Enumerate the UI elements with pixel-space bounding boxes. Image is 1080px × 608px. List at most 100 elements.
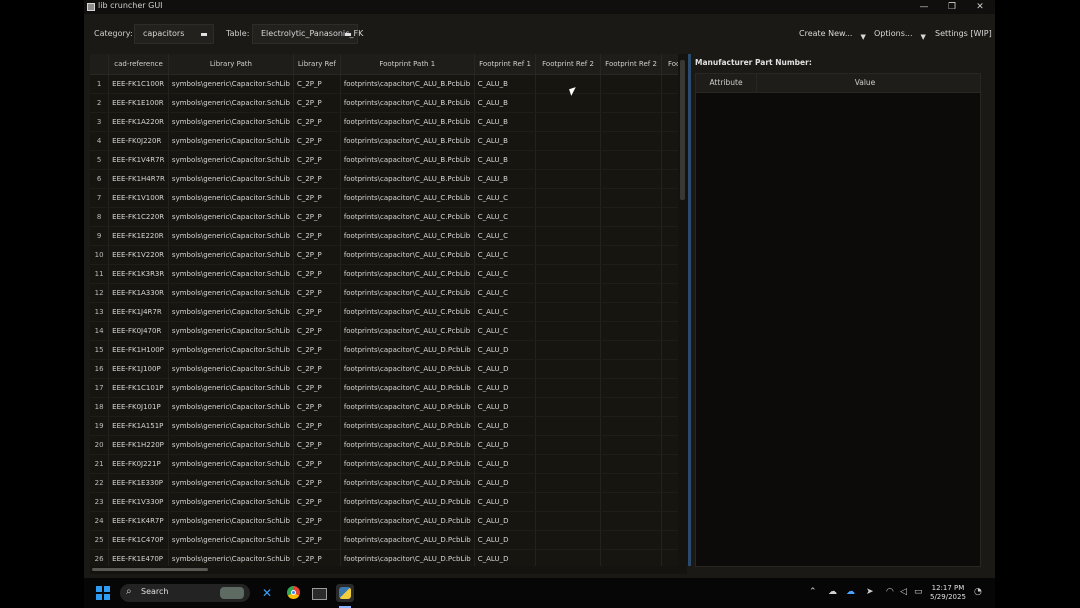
footprint-ref-2b-cell[interactable] [600,511,663,531]
system-clock[interactable]: 12:17 PM 5/29/2025 [930,584,966,602]
row-number[interactable]: 23 [90,492,110,512]
table-row[interactable]: 25 EEE-FK1C470P symbols\generic\Capacitor.… [90,530,687,550]
footprint-path-1-cell[interactable]: footprints\capacitor\C_ALU_D.PcbLib [340,549,475,566]
chrome-icon[interactable] [284,584,302,602]
onedrive-icon[interactable]: ☁ [846,587,855,597]
column-header-library-path[interactable]: Library Path [168,54,294,75]
cad-reference-cell[interactable]: EEE-FK1V220R [108,245,169,265]
restore-button[interactable]: ❐ [938,0,966,14]
row-number[interactable]: 6 [90,169,110,189]
footprint-path-1-cell[interactable]: footprints\capacitor\C_ALU_B.PcbLib [340,93,475,113]
cad-reference-cell[interactable]: EEE-FK1A151P [108,416,169,436]
python-icon[interactable] [336,584,354,602]
chevron-up-icon[interactable]: ⌃ [809,587,817,597]
footprint-ref-1-cell[interactable]: C_ALU_D [474,473,537,493]
footprint-path-1-cell[interactable]: footprints\capacitor\C_ALU_D.PcbLib [340,378,475,398]
footprint-ref-1-cell[interactable]: C_ALU_D [474,359,537,379]
table-row[interactable]: 2 EEE-FK1E100R symbols\generic\Capacitor.S… [90,93,687,113]
wifi-icon[interactable]: ◠ [886,587,894,597]
table-row[interactable]: 7 EEE-FK1V100R symbols\generic\Capacitor.S… [90,188,687,208]
cad-reference-cell[interactable]: EEE-FK1K4R7P [108,511,169,531]
notification-bell-icon[interactable]: ◔ [974,587,982,597]
footprint-ref-2b-cell[interactable] [600,321,663,341]
cad-reference-cell[interactable]: EEE-FK0J220R [108,131,169,151]
footprint-ref-1-cell[interactable]: C_ALU_C [474,302,537,322]
footprint-ref-2-cell[interactable] [535,340,601,360]
cad-reference-cell[interactable]: EEE-FK0J101P [108,397,169,417]
footprint-ref-1-cell[interactable]: C_ALU_C [474,245,537,265]
cad-reference-cell[interactable]: EEE-FK1E220R [108,226,169,246]
footprint-path-1-cell[interactable]: footprints\capacitor\C_ALU_C.PcbLib [340,264,475,284]
footprint-ref-1-cell[interactable]: C_ALU_D [474,492,537,512]
row-number[interactable]: 15 [90,340,110,360]
footprint-ref-2b-cell[interactable] [600,549,663,566]
footprint-path-1-cell[interactable]: footprints\capacitor\C_ALU_B.PcbLib [340,131,475,151]
library-ref-cell[interactable]: C_2P_P [293,397,341,417]
footprint-ref-1-cell[interactable]: C_ALU_D [474,435,537,455]
row-number[interactable]: 2 [90,93,110,113]
footprint-ref-1-cell[interactable]: C_ALU_C [474,207,537,227]
row-number[interactable]: 11 [90,264,110,284]
library-path-cell[interactable]: symbols\generic\Capacitor.SchLib [168,416,294,436]
library-path-cell[interactable]: symbols\generic\Capacitor.SchLib [168,74,294,94]
cad-reference-cell[interactable]: EEE-FK1C220R [108,207,169,227]
footprint-path-1-cell[interactable]: footprints\capacitor\C_ALU_B.PcbLib [340,112,475,132]
table-horizontal-scrollbar[interactable] [90,566,687,574]
footprint-ref-2-cell[interactable] [535,169,601,189]
footprint-ref-2b-cell[interactable] [600,207,663,227]
library-ref-cell[interactable]: C_2P_P [293,340,341,360]
library-ref-cell[interactable]: C_2P_P [293,283,341,303]
row-number[interactable]: 16 [90,359,110,379]
footprint-path-1-cell[interactable]: footprints\capacitor\C_ALU_C.PcbLib [340,207,475,227]
footprint-ref-1-cell[interactable]: C_ALU_D [474,378,537,398]
footprint-ref-2b-cell[interactable] [600,264,663,284]
table-row[interactable]: 16 EEE-FK1J100P symbols\generic\Capacitor.… [90,359,687,379]
table-select[interactable]: Electrolytic_Panasonic_FK [252,24,363,44]
table-row[interactable]: 1 EEE-FK1C100R symbols\generic\Capacitor.S… [90,74,687,94]
library-ref-cell[interactable]: C_2P_P [293,416,341,436]
footprint-path-1-cell[interactable]: footprints\capacitor\C_ALU_C.PcbLib [340,321,475,341]
footprint-ref-1-cell[interactable]: C_ALU_D [474,511,537,531]
library-path-cell[interactable]: symbols\generic\Capacitor.SchLib [168,93,294,113]
taskbar-search[interactable]: ⌕ Search [120,584,250,602]
footprint-ref-2b-cell[interactable] [600,530,663,550]
footprint-path-1-cell[interactable]: footprints\capacitor\C_ALU_B.PcbLib [340,169,475,189]
table-vertical-scrollbar[interactable] [678,54,688,566]
footprint-ref-2-cell[interactable] [535,321,601,341]
footprint-ref-1-cell[interactable]: C_ALU_B [474,150,537,170]
library-path-cell[interactable]: symbols\generic\Capacitor.SchLib [168,530,294,550]
footprint-ref-2b-cell[interactable] [600,492,663,512]
library-ref-cell[interactable]: C_2P_P [293,302,341,322]
library-path-cell[interactable]: symbols\generic\Capacitor.SchLib [168,264,294,284]
library-ref-cell[interactable]: C_2P_P [293,359,341,379]
cad-reference-cell[interactable]: EEE-FK1V330P [108,492,169,512]
library-ref-cell[interactable]: C_2P_P [293,169,341,189]
footprint-ref-2b-cell[interactable] [600,150,663,170]
row-number[interactable]: 12 [90,283,110,303]
library-path-cell[interactable]: symbols\generic\Capacitor.SchLib [168,150,294,170]
footprint-ref-2-cell[interactable] [535,454,601,474]
footprint-ref-1-cell[interactable]: C_ALU_B [474,131,537,151]
table-row[interactable]: 24 EEE-FK1K4R7P symbols\generic\Capacitor.… [90,511,687,531]
footprint-ref-2b-cell[interactable] [600,416,663,436]
footprint-path-1-cell[interactable]: footprints\capacitor\C_ALU_B.PcbLib [340,74,475,94]
attribute-column-header[interactable]: Attribute [696,74,757,92]
library-ref-cell[interactable]: C_2P_P [293,74,341,94]
footprint-ref-2b-cell[interactable] [600,378,663,398]
footprint-ref-2b-cell[interactable] [600,435,663,455]
library-path-cell[interactable]: symbols\generic\Capacitor.SchLib [168,378,294,398]
footprint-path-1-cell[interactable]: footprints\capacitor\C_ALU_D.PcbLib [340,397,475,417]
footprint-ref-2-cell[interactable] [535,492,601,512]
table-row[interactable]: 23 EEE-FK1V330P symbols\generic\Capacitor.… [90,492,687,512]
cad-reference-cell[interactable]: EEE-FK1E100R [108,93,169,113]
footprint-ref-2b-cell[interactable] [600,359,663,379]
column-header-footprint-ref-1[interactable]: Footprint Ref 1 [474,54,537,75]
table-row[interactable]: 5 EEE-FK1V4R7R symbols\generic\Capacitor.S… [90,150,687,170]
footprint-ref-2b-cell[interactable] [600,473,663,493]
table-row[interactable]: 14 EEE-FK0J470R symbols\generic\Capacitor.… [90,321,687,341]
library-path-cell[interactable]: symbols\generic\Capacitor.SchLib [168,112,294,132]
library-path-cell[interactable]: symbols\generic\Capacitor.SchLib [168,188,294,208]
footprint-ref-1-cell[interactable]: C_ALU_D [474,340,537,360]
library-path-cell[interactable]: symbols\generic\Capacitor.SchLib [168,473,294,493]
column-header-footprint-ref-2-b[interactable]: Footprint Ref 2 [600,54,663,75]
